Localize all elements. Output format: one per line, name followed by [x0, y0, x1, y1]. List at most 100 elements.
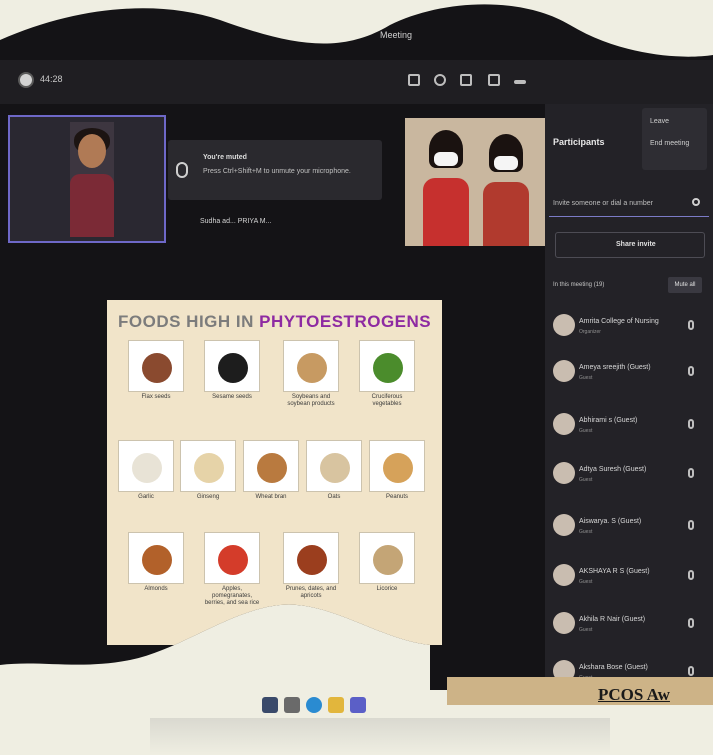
banner	[447, 677, 713, 705]
food-item: Garlic	[116, 438, 176, 508]
mic-icon	[688, 419, 694, 429]
edge-icon[interactable]	[306, 697, 322, 713]
screen-reflection	[150, 718, 610, 755]
apples-image	[218, 545, 248, 575]
food-label: Soybeans and soybean products	[287, 394, 335, 407]
mute-title: You're muted	[203, 154, 247, 161]
mute-hint: Press Ctrl+Shift+M to unmute your microp…	[203, 168, 351, 175]
banner-text: PCOS Aw	[598, 685, 670, 704]
food-item: Soybeans and soybean products	[281, 338, 341, 408]
teams-icon[interactable]	[350, 697, 366, 713]
oats-image	[320, 453, 350, 483]
start-icon[interactable]	[262, 697, 278, 713]
meeting-timer: 44:28	[40, 74, 63, 84]
participant-video	[70, 122, 114, 237]
window-title: Meeting	[380, 30, 413, 40]
wheat-bran-image	[257, 453, 287, 483]
food-item: Apples, pomegranates, berries, and sea r…	[202, 530, 262, 600]
almonds-image	[142, 545, 172, 575]
food-item: Almonds	[126, 530, 186, 600]
menu-leave[interactable]: Leave	[650, 118, 669, 125]
participant-row[interactable]: Aiswarya. S (Guest) Guest	[553, 514, 713, 544]
avatar	[553, 564, 575, 586]
menu-end-meeting[interactable]: End meeting	[650, 140, 689, 147]
food-item: Prunes, dates, and apricots	[281, 530, 341, 600]
mic-icon	[688, 618, 694, 628]
presenter-left	[423, 126, 469, 246]
participant-row[interactable]: Adtya Suresh (Guest) Guest	[553, 462, 713, 492]
prunes-image	[297, 545, 327, 575]
flax-seeds-image	[142, 353, 172, 383]
avatar	[553, 360, 575, 382]
participant-row[interactable]: Akhila R Nair (Guest) Guest	[553, 612, 713, 642]
avatar	[553, 514, 575, 536]
participant-name: Aiswarya. S (Guest)	[579, 518, 642, 525]
participant-name: Adtya Suresh (Guest)	[579, 466, 647, 473]
broccoli-image	[373, 353, 403, 383]
mic-icon	[688, 570, 694, 580]
avatar	[553, 462, 575, 484]
food-label: Peanuts	[385, 494, 409, 500]
avatar	[553, 413, 575, 435]
food-label: Oats	[327, 494, 341, 500]
ginseng-image	[194, 453, 224, 483]
food-label: Garlic	[138, 494, 154, 500]
food-label: Apples, pomegranates, berries, and sea r…	[204, 586, 260, 606]
mic-icon	[688, 520, 694, 530]
food-item: Flax seeds	[126, 338, 186, 408]
food-label: Ginseng	[196, 494, 220, 500]
participants-icon[interactable]	[408, 74, 420, 86]
video-tile-presenters	[405, 118, 545, 246]
share-invite-label: Share invite	[616, 241, 656, 248]
more-icon[interactable]	[514, 80, 526, 84]
food-label: Sesame seeds	[212, 394, 252, 400]
participant-role: Guest	[579, 428, 593, 434]
mute-all-button[interactable]: Mute all	[668, 277, 702, 293]
participant-row[interactable]: Ameya sreejith (Guest) Guest	[553, 360, 713, 390]
invite-placeholder: Invite someone or dial a number	[553, 200, 653, 207]
food-label: Cruciferous vegetables	[371, 394, 403, 407]
participant-role: Guest	[579, 627, 593, 633]
rooms-icon[interactable]	[488, 74, 500, 86]
licorice-image	[373, 545, 403, 575]
search-icon[interactable]	[692, 198, 700, 206]
garlic-image	[132, 453, 162, 483]
avatar	[553, 612, 575, 634]
food-item: Peanuts	[367, 438, 427, 508]
participant-role: Guest	[579, 375, 593, 381]
in-meeting-count[interactable]: In this meeting (19)	[553, 282, 604, 288]
participant-name: Akshara Bose (Guest)	[579, 664, 648, 671]
participant-name: Ameya sreejith (Guest)	[579, 364, 651, 371]
explorer-icon[interactable]	[328, 697, 344, 713]
poster-title: FOODS HIGH IN PHYTOESTROGENS	[118, 312, 431, 332]
food-label: Licorice	[376, 586, 398, 592]
food-label: Almonds	[144, 586, 168, 592]
participant-row[interactable]: Abhirami s (Guest) Guest	[553, 413, 713, 443]
food-item: Cruciferous vegetables	[357, 338, 417, 408]
participant-role: Organizer	[579, 329, 601, 335]
food-label: Flax seeds	[141, 394, 171, 400]
food-item: Wheat bran	[241, 438, 301, 508]
mic-icon	[688, 366, 694, 376]
poster-title-plain: FOODS HIGH IN	[118, 312, 260, 331]
food-item: Sesame seeds	[202, 338, 262, 408]
participant-row[interactable]: AKSHAYA R S (Guest) Guest	[553, 564, 713, 594]
app-logo-icon	[18, 72, 34, 88]
search-taskbar-icon[interactable]	[284, 697, 300, 713]
soybeans-image	[297, 353, 327, 383]
mic-icon	[688, 468, 694, 478]
participant-role: Guest	[579, 529, 593, 535]
chat-icon[interactable]	[434, 74, 446, 86]
raise-hand-icon[interactable]	[460, 74, 472, 86]
mic-icon	[688, 666, 694, 676]
food-item: Oats	[304, 438, 364, 508]
food-label: Prunes, dates, and apricots	[285, 586, 337, 599]
food-label: Wheat bran	[255, 494, 287, 500]
food-item: Licorice	[357, 530, 417, 600]
participant-row[interactable]: Amrita College of Nursing Organizer	[553, 314, 713, 344]
food-item: Ginseng	[178, 438, 238, 508]
sesame-seeds-image	[218, 353, 248, 383]
presenter-right	[483, 130, 529, 246]
peanuts-image	[383, 453, 413, 483]
mic-icon	[688, 320, 694, 330]
